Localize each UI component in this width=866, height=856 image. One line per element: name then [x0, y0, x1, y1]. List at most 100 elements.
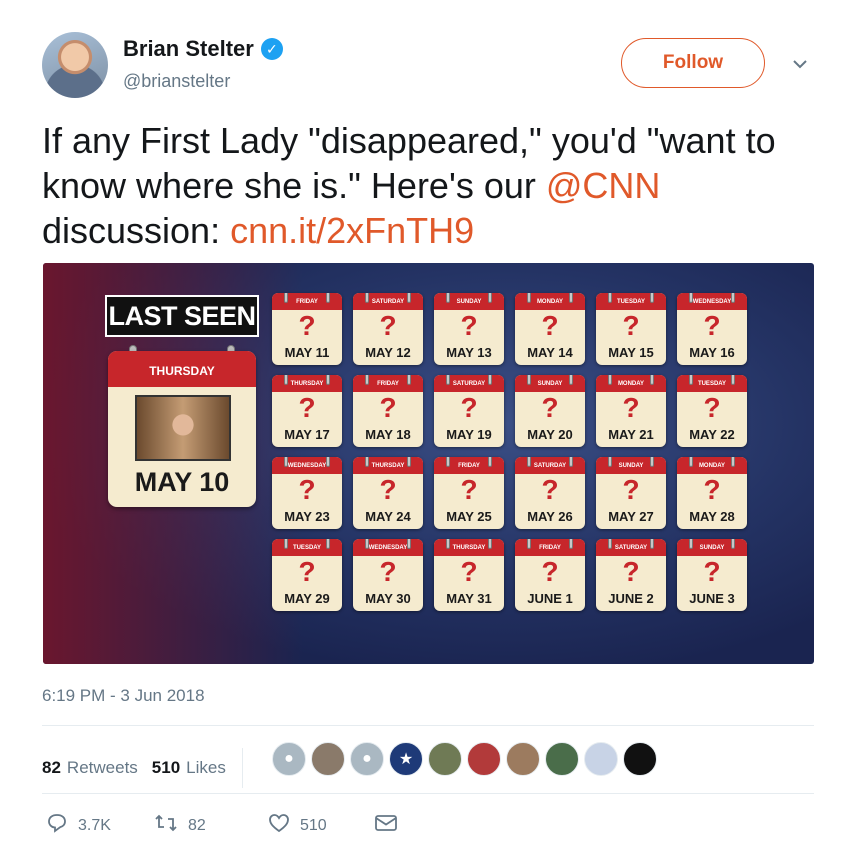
- calendar-date: MAY 30: [365, 591, 411, 606]
- first-lady-photo: [135, 395, 231, 461]
- calendar-day: WEDNESDAY: [272, 457, 342, 474]
- question-mark: ?: [298, 474, 316, 505]
- calendar-ring: [608, 293, 612, 303]
- liker-avatar[interactable]: [584, 742, 618, 776]
- calendar-date: JUNE 2: [608, 591, 654, 606]
- calendar-ring: [731, 539, 735, 549]
- calendar-date: MAY 19: [446, 427, 492, 442]
- calendar-tile: SUNDAY? JUNE 3: [677, 539, 747, 611]
- calendar-tile: SUNDAY? MAY 20: [515, 375, 585, 447]
- question-mark: ?: [541, 474, 559, 505]
- calendar-date: JUNE 1: [527, 591, 573, 606]
- calendar-date: MAY 27: [608, 509, 654, 524]
- liker-avatar[interactable]: [428, 742, 462, 776]
- liker-avatar[interactable]: [545, 742, 579, 776]
- reply-icon: [46, 812, 68, 840]
- calendar-ring: [569, 375, 573, 385]
- verified-icon: ✓: [260, 38, 283, 60]
- calendar-day: FRIDAY: [272, 293, 342, 310]
- cnn-mention-link[interactable]: @CNN: [546, 165, 661, 206]
- divider-bottom: [42, 793, 814, 794]
- calendar-ring: [326, 539, 330, 549]
- likers-avatars: ● ● ★: [272, 742, 662, 776]
- likes-stat[interactable]: 510 Likes: [152, 758, 226, 778]
- calendar-date: MAY 16: [689, 345, 735, 360]
- question-mark: ?: [703, 310, 721, 341]
- stats-separator: [241, 748, 243, 788]
- calendar-date: MAY 23: [284, 509, 330, 524]
- liker-avatar[interactable]: ●: [272, 742, 306, 776]
- question-mark: ?: [703, 392, 721, 423]
- calendar-ring: [365, 375, 369, 385]
- calendar-ring: [731, 293, 735, 303]
- calendar-tile: MONDAY? MAY 28: [677, 457, 747, 529]
- calendar-ring: [446, 375, 450, 385]
- author-name-text[interactable]: Brian Stelter: [123, 36, 254, 62]
- calendar-ring: [365, 539, 369, 549]
- calendar-tile: SATURDAY? MAY 19: [434, 375, 504, 447]
- tweet-timestamp[interactable]: 6:19 PM - 3 Jun 2018: [42, 686, 205, 706]
- calendar-ring: [689, 293, 693, 303]
- message-action[interactable]: [374, 812, 408, 840]
- calendar-day: TUESDAY: [596, 293, 666, 310]
- question-mark: ?: [622, 392, 640, 423]
- calendar-day: SATURDAY: [353, 293, 423, 310]
- calendar-ring: [446, 293, 450, 303]
- tweet-actions: 3.7K 82 510: [46, 812, 446, 840]
- reply-action[interactable]: 3.7K: [46, 812, 111, 840]
- retweets-label: Retweets: [66, 758, 138, 777]
- question-mark: ?: [460, 474, 478, 505]
- liker-avatar[interactable]: ●: [350, 742, 384, 776]
- calendar-tile: WEDNESDAY? MAY 16: [677, 293, 747, 365]
- calendar-day: MONDAY: [515, 293, 585, 310]
- calendar-day: THURSDAY: [272, 375, 342, 392]
- chevron-down-icon[interactable]: [790, 54, 810, 74]
- retweet-action[interactable]: 82: [154, 812, 206, 840]
- calendar-date: MAY 24: [365, 509, 411, 524]
- calendar-day: FRIDAY: [515, 539, 585, 556]
- question-mark: ?: [460, 392, 478, 423]
- calendar-grid: FRIDAY? MAY 11 SATURDAY? MAY 12 SUNDAY? MAY 1…: [272, 293, 747, 611]
- question-mark: ?: [379, 474, 397, 505]
- calendar-day: SATURDAY: [434, 375, 504, 392]
- retweets-stat[interactable]: 82 Retweets: [42, 758, 138, 778]
- author-handle[interactable]: @brianstelter: [123, 71, 230, 92]
- calendar-ring: [527, 539, 531, 549]
- liker-avatar[interactable]: [311, 742, 345, 776]
- retweet-count: 82: [188, 817, 206, 834]
- calendar-ring: [569, 539, 573, 549]
- liker-avatar[interactable]: [467, 742, 501, 776]
- liker-avatar[interactable]: [623, 742, 657, 776]
- like-count: 510: [300, 817, 327, 834]
- calendar-tile: MONDAY? MAY 21: [596, 375, 666, 447]
- calendar-ring: [326, 375, 330, 385]
- follow-button[interactable]: Follow: [621, 38, 765, 88]
- like-action[interactable]: 510: [268, 812, 327, 840]
- question-mark: ?: [379, 556, 397, 587]
- reply-count: 3.7K: [78, 817, 111, 834]
- question-mark: ?: [622, 310, 640, 341]
- tweet-link[interactable]: cnn.it/2xFnTH9: [230, 210, 474, 251]
- calendar-ring: [527, 457, 531, 467]
- calendar-day: SATURDAY: [515, 457, 585, 474]
- calendar-date: MAY 29: [284, 591, 330, 606]
- calendar-day: SUNDAY: [515, 375, 585, 392]
- calendar-date: MAY 31: [446, 591, 492, 606]
- author-name[interactable]: Brian Stelter ✓: [123, 36, 283, 62]
- calendar-tile: SUNDAY? MAY 27: [596, 457, 666, 529]
- calendar-ring: [407, 457, 411, 467]
- liker-avatar[interactable]: ★: [389, 742, 423, 776]
- calendar-ring: [488, 375, 492, 385]
- question-mark: ?: [298, 310, 316, 341]
- calendar-day: SUNDAY: [434, 293, 504, 310]
- calendar-date: MAY 25: [446, 509, 492, 524]
- calendar-day: MONDAY: [677, 457, 747, 474]
- calendar-date: MAY 14: [527, 345, 573, 360]
- calendar-ring: [365, 457, 369, 467]
- liker-avatar[interactable]: [506, 742, 540, 776]
- question-mark: ?: [541, 556, 559, 587]
- author-avatar[interactable]: [42, 32, 108, 98]
- question-mark: ?: [298, 392, 316, 423]
- envelope-icon: [374, 812, 398, 840]
- tweet-media-image[interactable]: LAST SEEN THURSDAY MAY 10 FRIDAY? MAY 11 S…: [43, 263, 814, 664]
